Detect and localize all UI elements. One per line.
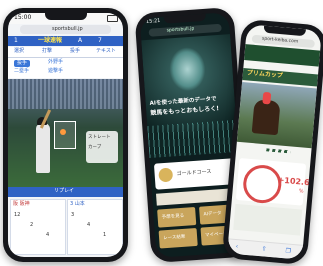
tabs-icon[interactable]: ❐ bbox=[285, 247, 291, 254]
pitch-dot bbox=[60, 129, 66, 135]
stats-right-title: 3 山本 bbox=[70, 201, 85, 207]
battery-icon bbox=[107, 15, 118, 22]
stats-left-value: 2 bbox=[30, 222, 34, 228]
status-time: 15:21 bbox=[145, 17, 161, 25]
stats-right-value: 3 bbox=[71, 212, 75, 218]
pitch-label-curve: カーブ bbox=[88, 145, 102, 150]
share-icon[interactable]: ⇧ bbox=[261, 245, 267, 252]
batter-figure bbox=[36, 123, 50, 173]
tag-short[interactable]: 遊撃手 bbox=[48, 69, 63, 74]
carousel-dots bbox=[266, 148, 291, 154]
address-text: sportsbull.jp bbox=[52, 26, 83, 32]
score-strip bbox=[8, 36, 123, 46]
tag-pitcher[interactable]: 投手 bbox=[14, 60, 31, 67]
tab-select[interactable]: 選択 bbox=[14, 49, 24, 54]
stadium-crowd bbox=[8, 79, 123, 109]
tab-pitching[interactable]: 投手 bbox=[70, 49, 80, 54]
phone-notch bbox=[163, 13, 206, 24]
score-inning: 1 bbox=[14, 37, 18, 44]
phone-baseball: 15:00 sportsbull.jp 1 一球速報 A 7 選択 打撃 投手 … bbox=[3, 8, 128, 262]
back-icon[interactable]: ‹ bbox=[235, 243, 238, 250]
phone-notch bbox=[44, 13, 87, 20]
stats-panel-right bbox=[67, 199, 123, 255]
horse-figure bbox=[251, 99, 281, 136]
result-unit: % bbox=[298, 188, 304, 195]
racing-screen: sport-keiba.com プリムカップ +102.6 % ‹ ⇧ ❐ bbox=[227, 24, 322, 260]
content-block bbox=[233, 203, 303, 236]
data-stream bbox=[147, 119, 239, 159]
stats-left-value: 4 bbox=[46, 232, 50, 238]
baseball-screen: 15:00 sportsbull.jp 1 一球速報 A 7 選択 打撃 投手 … bbox=[8, 13, 123, 257]
score-tab-live[interactable]: 一球速報 bbox=[38, 38, 62, 44]
phone-racing: sport-keiba.com プリムカップ +102.6 % ‹ ⇧ ❐ bbox=[221, 18, 323, 266]
score-team: A bbox=[78, 37, 83, 44]
stats-left-value: 12 bbox=[14, 212, 21, 218]
stats-right-value: 4 bbox=[87, 222, 91, 228]
strike-zone bbox=[54, 121, 76, 149]
score-runs: 7 bbox=[98, 37, 102, 44]
info-strip bbox=[156, 188, 238, 206]
phone-notch bbox=[262, 25, 306, 37]
replay-label: リプレイ bbox=[54, 188, 75, 194]
tab-text[interactable]: テキスト bbox=[96, 49, 116, 54]
pitch-label-straight: ストレート bbox=[88, 135, 111, 140]
stats-left-title: 阪 阪神 bbox=[13, 201, 30, 207]
stats-panel-left bbox=[10, 199, 66, 255]
status-time: 15:00 bbox=[14, 14, 32, 21]
digital-horse bbox=[167, 45, 207, 93]
stats-right-value: 1 bbox=[103, 232, 107, 238]
tag-outfield[interactable]: 外野手 bbox=[48, 60, 63, 65]
jockey-figure bbox=[262, 91, 272, 105]
tag-second[interactable]: 二塁手 bbox=[14, 69, 29, 74]
tab-batting[interactable]: 打撃 bbox=[42, 49, 52, 54]
